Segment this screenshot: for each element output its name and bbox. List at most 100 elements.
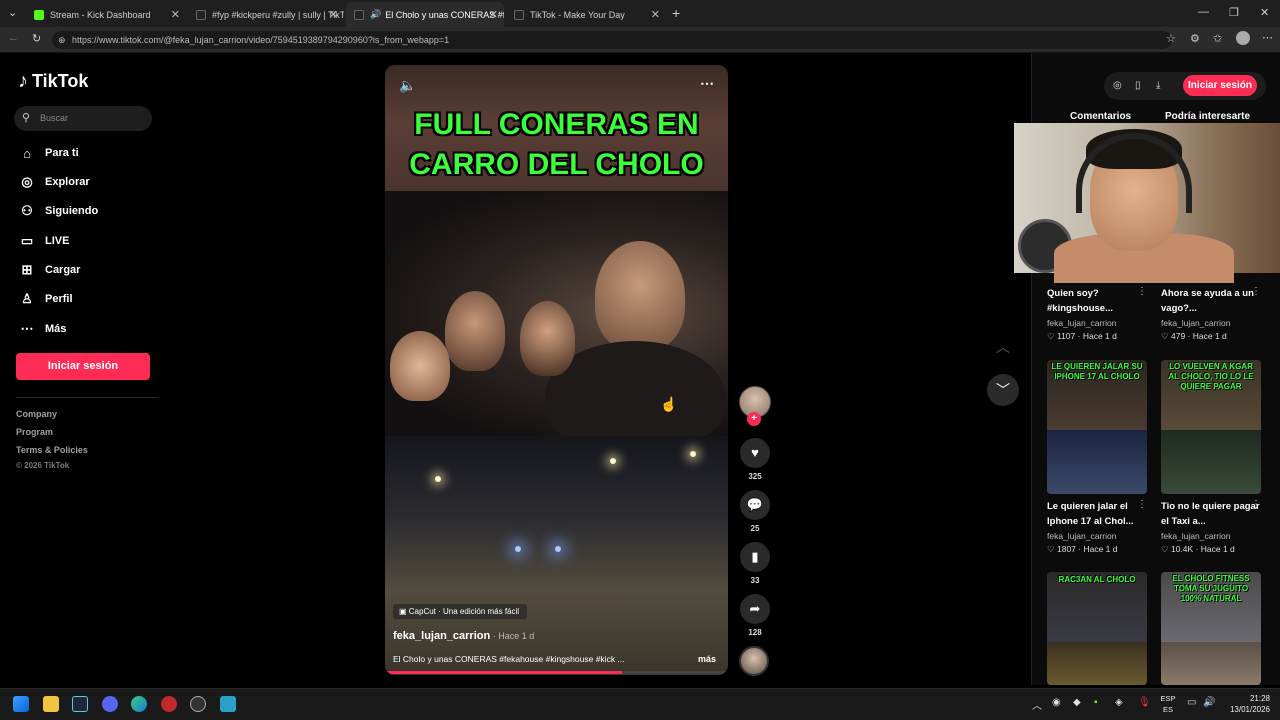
volume-icon[interactable]: 🔈	[399, 77, 416, 94]
app-icon[interactable]	[161, 696, 177, 712]
new-tab-icon[interactable]: +	[672, 5, 680, 21]
tab-video-active[interactable]: 🔊 El Cholo y unas CONERAS #fe ✕	[346, 2, 504, 27]
footer-terms-link[interactable]: Terms & Policies	[16, 445, 88, 455]
card-menu-icon[interactable]: ⋮	[1251, 286, 1261, 297]
comment-action[interactable]: 💬 25	[739, 490, 771, 533]
next-video-icon[interactable]: ﹀	[987, 374, 1019, 406]
card-4-thumbnail[interactable]: LO VUELVEN A KGAR AL CHOLO, TIO LO LE QU…	[1161, 360, 1261, 494]
follow-plus-icon[interactable]: +	[747, 412, 761, 426]
footer-company-link[interactable]: Company	[16, 409, 57, 419]
network-icon[interactable]: ▭	[1187, 697, 1196, 708]
steam-icon[interactable]	[72, 696, 88, 712]
tray-app-icon[interactable]: ◉	[1052, 697, 1061, 708]
close-icon[interactable]: ✕	[489, 8, 498, 21]
nav-perfil[interactable]: ♙ Perfil	[18, 288, 72, 310]
tab-list-icon[interactable]: ⌄	[8, 6, 17, 19]
capcut-badge[interactable]: ▣ CapCut · Una edición más fácil	[393, 604, 528, 619]
share-action[interactable]: ➦ 128	[739, 594, 771, 637]
url-field[interactable]: ⊕ https://www.tiktok.com/@feka_lujan_car…	[52, 31, 1172, 49]
streetlight	[515, 546, 521, 552]
previous-video-icon[interactable]: ︿	[987, 331, 1019, 363]
card-6-thumbnail[interactable]: EL CHOLO FITNESS TOMA SU JUGUITO 100% NA…	[1161, 572, 1261, 685]
nav-explorar[interactable]: ◎ Explorar	[18, 171, 89, 193]
tab-tiktok-home[interactable]: TikTok - Make Your Day ✕	[506, 2, 666, 27]
comment-icon[interactable]: 💬	[740, 490, 770, 520]
music-disc[interactable]	[739, 646, 769, 676]
thumb-text: EL CHOLO FITNESS TOMA SU JUGUITO 100% NA…	[1172, 574, 1250, 603]
header-login-button[interactable]: Iniciar sesión	[1183, 75, 1257, 96]
refresh-icon[interactable]: ↻	[32, 32, 41, 45]
discord-icon[interactable]	[102, 696, 118, 712]
file-explorer-icon[interactable]	[43, 696, 59, 712]
card-menu-icon[interactable]: ⋮	[1137, 286, 1147, 297]
card-1[interactable]: Quien soy? #kingshouse... feka_lujan_car…	[1047, 286, 1147, 342]
close-icon[interactable]: ✕	[651, 8, 660, 21]
nav-live[interactable]: ▭ LIVE	[18, 230, 70, 252]
tab-podria-interesarte[interactable]: Podría interesarte	[1165, 111, 1250, 122]
close-icon[interactable]: ✕	[329, 8, 338, 21]
tab-tiktok-fyp[interactable]: #fyp #kickperu #zully | sully | TikTo ✕	[188, 2, 344, 27]
windows-start-icon[interactable]	[13, 696, 29, 712]
star-icon[interactable]: ☆	[1166, 32, 1176, 45]
like-action[interactable]: ♥ 325	[739, 438, 771, 481]
tiktok-logo[interactable]: ♪ TikTok	[18, 70, 88, 93]
search-input[interactable]: ⚲ Buscar	[14, 106, 152, 131]
tab-comentarios[interactable]: Comentarios	[1070, 111, 1131, 122]
kick-icon	[34, 9, 44, 20]
footer-program-link[interactable]: Program	[16, 427, 53, 437]
bookmark-icon[interactable]: ▮	[740, 542, 770, 572]
tab-kick-dashboard[interactable]: Stream - Kick Dashboard ✕	[26, 2, 186, 27]
close-window-icon[interactable]: ✕	[1260, 6, 1269, 19]
extensions-icon[interactable]: ⚙	[1190, 32, 1200, 45]
tray-app-icon[interactable]: ◆	[1073, 697, 1081, 708]
tiktok-icon	[354, 9, 364, 20]
close-icon[interactable]: ✕	[171, 8, 180, 21]
favorites-icon[interactable]: ✩	[1213, 32, 1222, 45]
video-progress-bar[interactable]	[385, 671, 728, 674]
nav-mas[interactable]: ⋯ Más	[18, 318, 67, 340]
nav-label: Siguiendo	[45, 205, 99, 217]
minimize-icon[interactable]: —	[1198, 6, 1209, 18]
card-5-thumbnail[interactable]: RAC3AN AL CHOLO	[1047, 572, 1147, 685]
card-3-thumbnail[interactable]: LE QUIEREN JALAR SU IPHONE 17 AL CHOLO	[1047, 360, 1147, 494]
restore-icon[interactable]: ❐	[1229, 6, 1239, 19]
device-icon[interactable]: ▯	[1135, 80, 1141, 91]
language-indicator[interactable]: ESP ES	[1160, 693, 1176, 715]
tray-app-icon[interactable]: ◈	[1115, 697, 1123, 708]
settings-icon[interactable]	[190, 696, 206, 712]
nav-para-ti[interactable]: ⌂ Para ti	[18, 142, 79, 164]
menu-icon[interactable]: ⋯	[1262, 31, 1273, 44]
save-action[interactable]: ▮ 33	[739, 542, 771, 585]
site-info-icon[interactable]: ⊕	[58, 31, 66, 49]
nav-siguiendo[interactable]: ⚇ Siguiendo	[18, 200, 98, 222]
tray-app-icon[interactable]: ▪	[1094, 697, 1098, 708]
login-button[interactable]: Iniciar sesión	[16, 353, 150, 380]
volume-tray-icon[interactable]: 🔊	[1203, 697, 1215, 708]
streetlight	[690, 451, 696, 457]
coin-icon[interactable]: ◎	[1113, 80, 1122, 91]
video-author[interactable]: feka_lujan_carrion · Hace 1 d	[393, 630, 534, 642]
more-caption-link[interactable]: más	[698, 654, 716, 664]
tray-chevron-icon[interactable]: ︿	[1032, 697, 1042, 712]
card-2[interactable]: Ahora se ayuda a un vago?... feka_lujan_…	[1161, 286, 1261, 342]
card-stats: ♡ 1807 · Hace 1 d	[1047, 544, 1118, 554]
title-line-2: CARRO DEL CHOLO	[409, 148, 704, 181]
share-icon[interactable]: ➦	[740, 594, 770, 624]
heart-icon[interactable]: ♥	[740, 438, 770, 468]
card-menu-icon[interactable]: ⋮	[1251, 499, 1261, 510]
edge-icon[interactable]	[131, 696, 147, 712]
video-player[interactable]: FULL CONERAS EN CARRO DEL CHOLO 🔈 ⋯ ▣ Ca…	[385, 65, 728, 675]
more-options-icon[interactable]: ⋯	[700, 75, 714, 92]
heart-outline-icon: ♡	[1161, 331, 1171, 341]
card-3[interactable]: Le quieren jalar el Iphone 17 al Chol...…	[1047, 499, 1147, 555]
microphone-icon[interactable]: 🎙	[1138, 697, 1151, 708]
speaker-icon[interactable]: 🔊	[370, 9, 381, 20]
system-clock[interactable]: 21:28 13/01/2026	[1226, 693, 1270, 715]
download-icon[interactable]: ⤓	[1156, 80, 1160, 91]
card-menu-icon[interactable]: ⋮	[1137, 499, 1147, 510]
profile-avatar-icon[interactable]	[1236, 31, 1250, 45]
notepad-icon[interactable]	[220, 696, 236, 712]
nav-cargar[interactable]: ⊞ Cargar	[18, 259, 81, 281]
back-icon[interactable]: ←	[8, 32, 19, 44]
card-4[interactable]: Tio no le quiere pagar el Taxi a... feka…	[1161, 499, 1261, 555]
